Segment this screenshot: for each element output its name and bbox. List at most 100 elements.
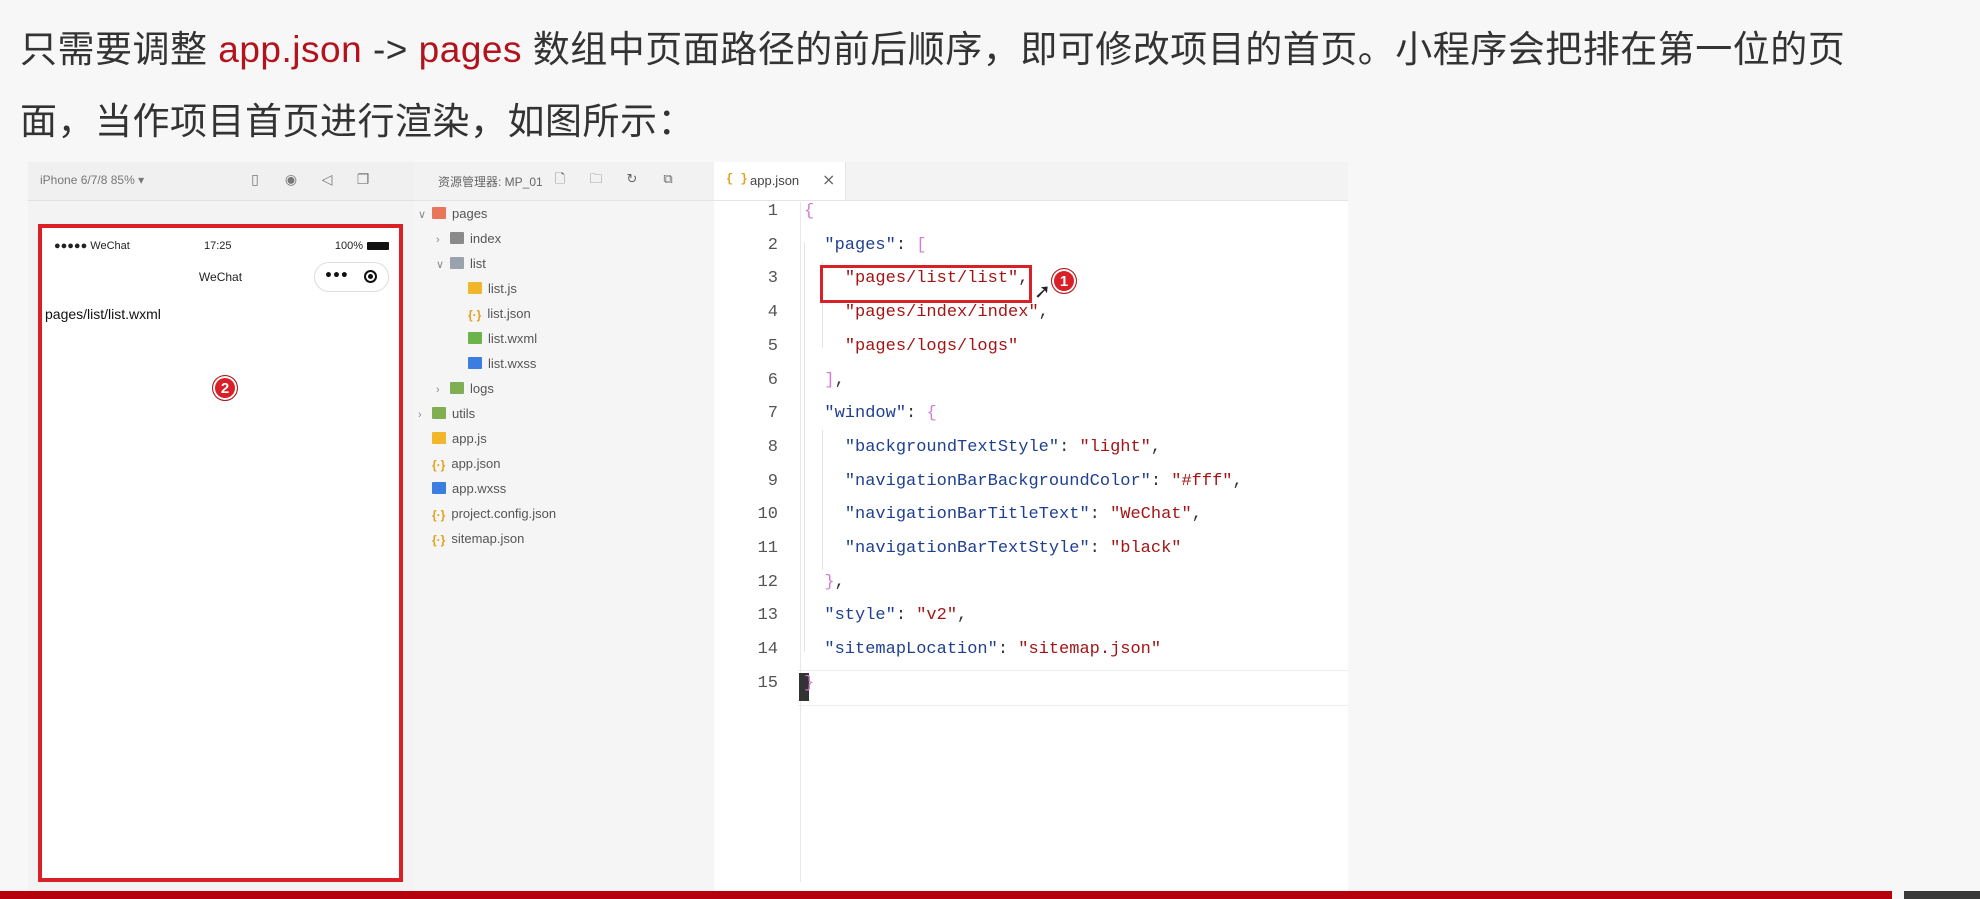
code-token: "navigationBarTextStyle" bbox=[844, 539, 1090, 558]
code-line: "window": { bbox=[804, 404, 936, 424]
line-number: 12 bbox=[757, 572, 778, 592]
code-token: : bbox=[895, 606, 917, 626]
phone-icon[interactable]: ▯ bbox=[246, 171, 264, 189]
tree-item[interactable]: list.wxss bbox=[454, 353, 536, 375]
code-token: , bbox=[834, 370, 845, 390]
chevron-icon[interactable]: ∨ bbox=[436, 254, 450, 276]
video-progress-bar[interactable] bbox=[0, 891, 1892, 899]
code-token: { bbox=[804, 202, 815, 221]
status-time: 17:25 bbox=[204, 240, 232, 252]
code-line: }, bbox=[804, 572, 845, 592]
new-file-icon[interactable]: 🗋 bbox=[552, 172, 568, 188]
code-token: "navigationBarBackgroundColor" bbox=[844, 471, 1151, 491]
tree-item-label: list.wxml bbox=[488, 331, 538, 346]
collapse-icon[interactable]: ⧉ bbox=[660, 172, 676, 188]
code-token: : bbox=[1089, 539, 1111, 558]
code-token: "sitemapLocation" bbox=[824, 640, 998, 660]
tree-item[interactable]: {·} app.json bbox=[418, 453, 501, 475]
tree-item-label: logs bbox=[470, 381, 494, 396]
folder-icon bbox=[450, 232, 464, 244]
tree-item[interactable]: › utils bbox=[418, 403, 475, 425]
more-icon[interactable]: ••• bbox=[324, 268, 349, 284]
code-line: "navigationBarTextStyle": "black" bbox=[804, 539, 1182, 558]
code-token: "light" bbox=[1079, 437, 1151, 457]
tree-item[interactable]: {·} project.config.json bbox=[418, 503, 556, 525]
line-number: 10 bbox=[757, 505, 778, 525]
code-token: "black" bbox=[1110, 539, 1182, 558]
capsule-menu[interactable]: ••• bbox=[314, 262, 389, 292]
tree-item[interactable]: › logs bbox=[436, 378, 494, 400]
code-area[interactable]: 1{2 "pages": [3 "pages/list/list", 4 "pag… bbox=[714, 200, 1348, 892]
line-number: 3 bbox=[767, 269, 778, 289]
line-number: 7 bbox=[767, 404, 778, 424]
code-token: } bbox=[804, 673, 815, 693]
js-icon bbox=[432, 432, 446, 444]
json-icon: {·} bbox=[432, 508, 446, 522]
highlight-first-page bbox=[820, 265, 1032, 303]
chevron-icon[interactable]: › bbox=[436, 379, 450, 401]
refresh-icon[interactable]: ↻ bbox=[624, 172, 640, 188]
tree-item-label: index bbox=[470, 231, 502, 246]
wxml-icon bbox=[468, 332, 482, 344]
code-token: } bbox=[824, 572, 835, 592]
tree-item[interactable]: {·} list.json bbox=[454, 303, 531, 325]
phone-status-bar: ●●●●● WeChat 17:25 100% bbox=[54, 240, 389, 260]
intro-paragraph: 只需要调整 app.json -> pages 数组中页面路径的前后顺序，即可修… bbox=[20, 14, 1920, 158]
folder-open-icon bbox=[450, 257, 464, 269]
video-progress-end bbox=[1904, 891, 1980, 899]
editor-panel: { } app.json × 1{2 "pages": [3 "pages/li… bbox=[714, 162, 1348, 892]
tree-item-label: project.config.json bbox=[451, 506, 557, 521]
close-icon[interactable]: × bbox=[822, 170, 835, 189]
tree-item-label: list.wxss bbox=[488, 356, 537, 371]
intro-keyword-appjson: app.json bbox=[218, 29, 363, 70]
tree-item[interactable]: {·} sitemap.json bbox=[418, 528, 524, 550]
code-token: , bbox=[834, 572, 845, 592]
tree-item[interactable]: app.wxss bbox=[418, 478, 506, 500]
chevron-icon[interactable]: › bbox=[418, 404, 432, 426]
sound-icon[interactable]: ◁ bbox=[318, 171, 336, 189]
wxss-icon bbox=[432, 482, 446, 494]
intro-arrow: -> bbox=[362, 29, 419, 70]
chevron-icon[interactable]: ∨ bbox=[418, 204, 432, 226]
code-token: [ bbox=[916, 235, 927, 255]
tree-item[interactable]: list.js bbox=[454, 278, 517, 300]
simulator-panel: iPhone 6/7/8 85% ▾ ▯ ◉ ◁ ❐ ●●●●● WeChat … bbox=[28, 162, 415, 892]
explorer-panel: 资源管理器: MP_01 🗋 🗀 ↻ ⧉ ∨ pages › index ∨ list li… bbox=[414, 162, 715, 892]
chevron-icon[interactable]: › bbox=[436, 229, 450, 251]
tab-app-json[interactable]: { } app.json × bbox=[714, 162, 846, 200]
line-number: 5 bbox=[767, 336, 778, 356]
window-icon[interactable]: ❐ bbox=[354, 171, 372, 189]
folder-green-icon bbox=[432, 407, 446, 419]
tree-item[interactable]: app.js bbox=[418, 428, 487, 450]
code-line: "pages": [ bbox=[804, 236, 926, 255]
explorer-header: 资源管理器: MP_01 🗋 🗀 ↻ ⧉ bbox=[414, 162, 714, 201]
line-number: 4 bbox=[767, 303, 778, 323]
code-line: "navigationBarBackgroundColor": "#fff", bbox=[804, 472, 1243, 491]
device-selector[interactable]: iPhone 6/7/8 85% ▾ bbox=[40, 173, 144, 187]
tree-item-label: list bbox=[470, 256, 486, 271]
code-token: "v2" bbox=[916, 606, 958, 626]
tree-item-label: app.js bbox=[452, 431, 487, 446]
tree-item[interactable]: ∨ pages bbox=[418, 203, 487, 225]
code-token: , bbox=[957, 606, 968, 626]
tree-item[interactable]: ∨ list bbox=[436, 253, 486, 275]
record-icon[interactable]: ◉ bbox=[282, 171, 300, 189]
new-folder-icon[interactable]: 🗀 bbox=[588, 172, 604, 188]
tree-item-label: app.json bbox=[451, 456, 501, 471]
tree-item[interactable]: › index bbox=[436, 228, 501, 250]
tree-item-label: utils bbox=[452, 406, 476, 421]
close-miniprogram-icon[interactable] bbox=[364, 270, 377, 283]
code-token: "window" bbox=[824, 404, 907, 424]
code-line: { bbox=[804, 202, 814, 221]
json-icon: {·} bbox=[468, 308, 482, 322]
code-line: "sitemapLocation": "sitemap.json" bbox=[804, 640, 1161, 659]
code-token: ] bbox=[824, 370, 835, 390]
tree-item[interactable]: list.wxml bbox=[454, 328, 537, 350]
tree-item-label: app.wxss bbox=[452, 481, 507, 496]
